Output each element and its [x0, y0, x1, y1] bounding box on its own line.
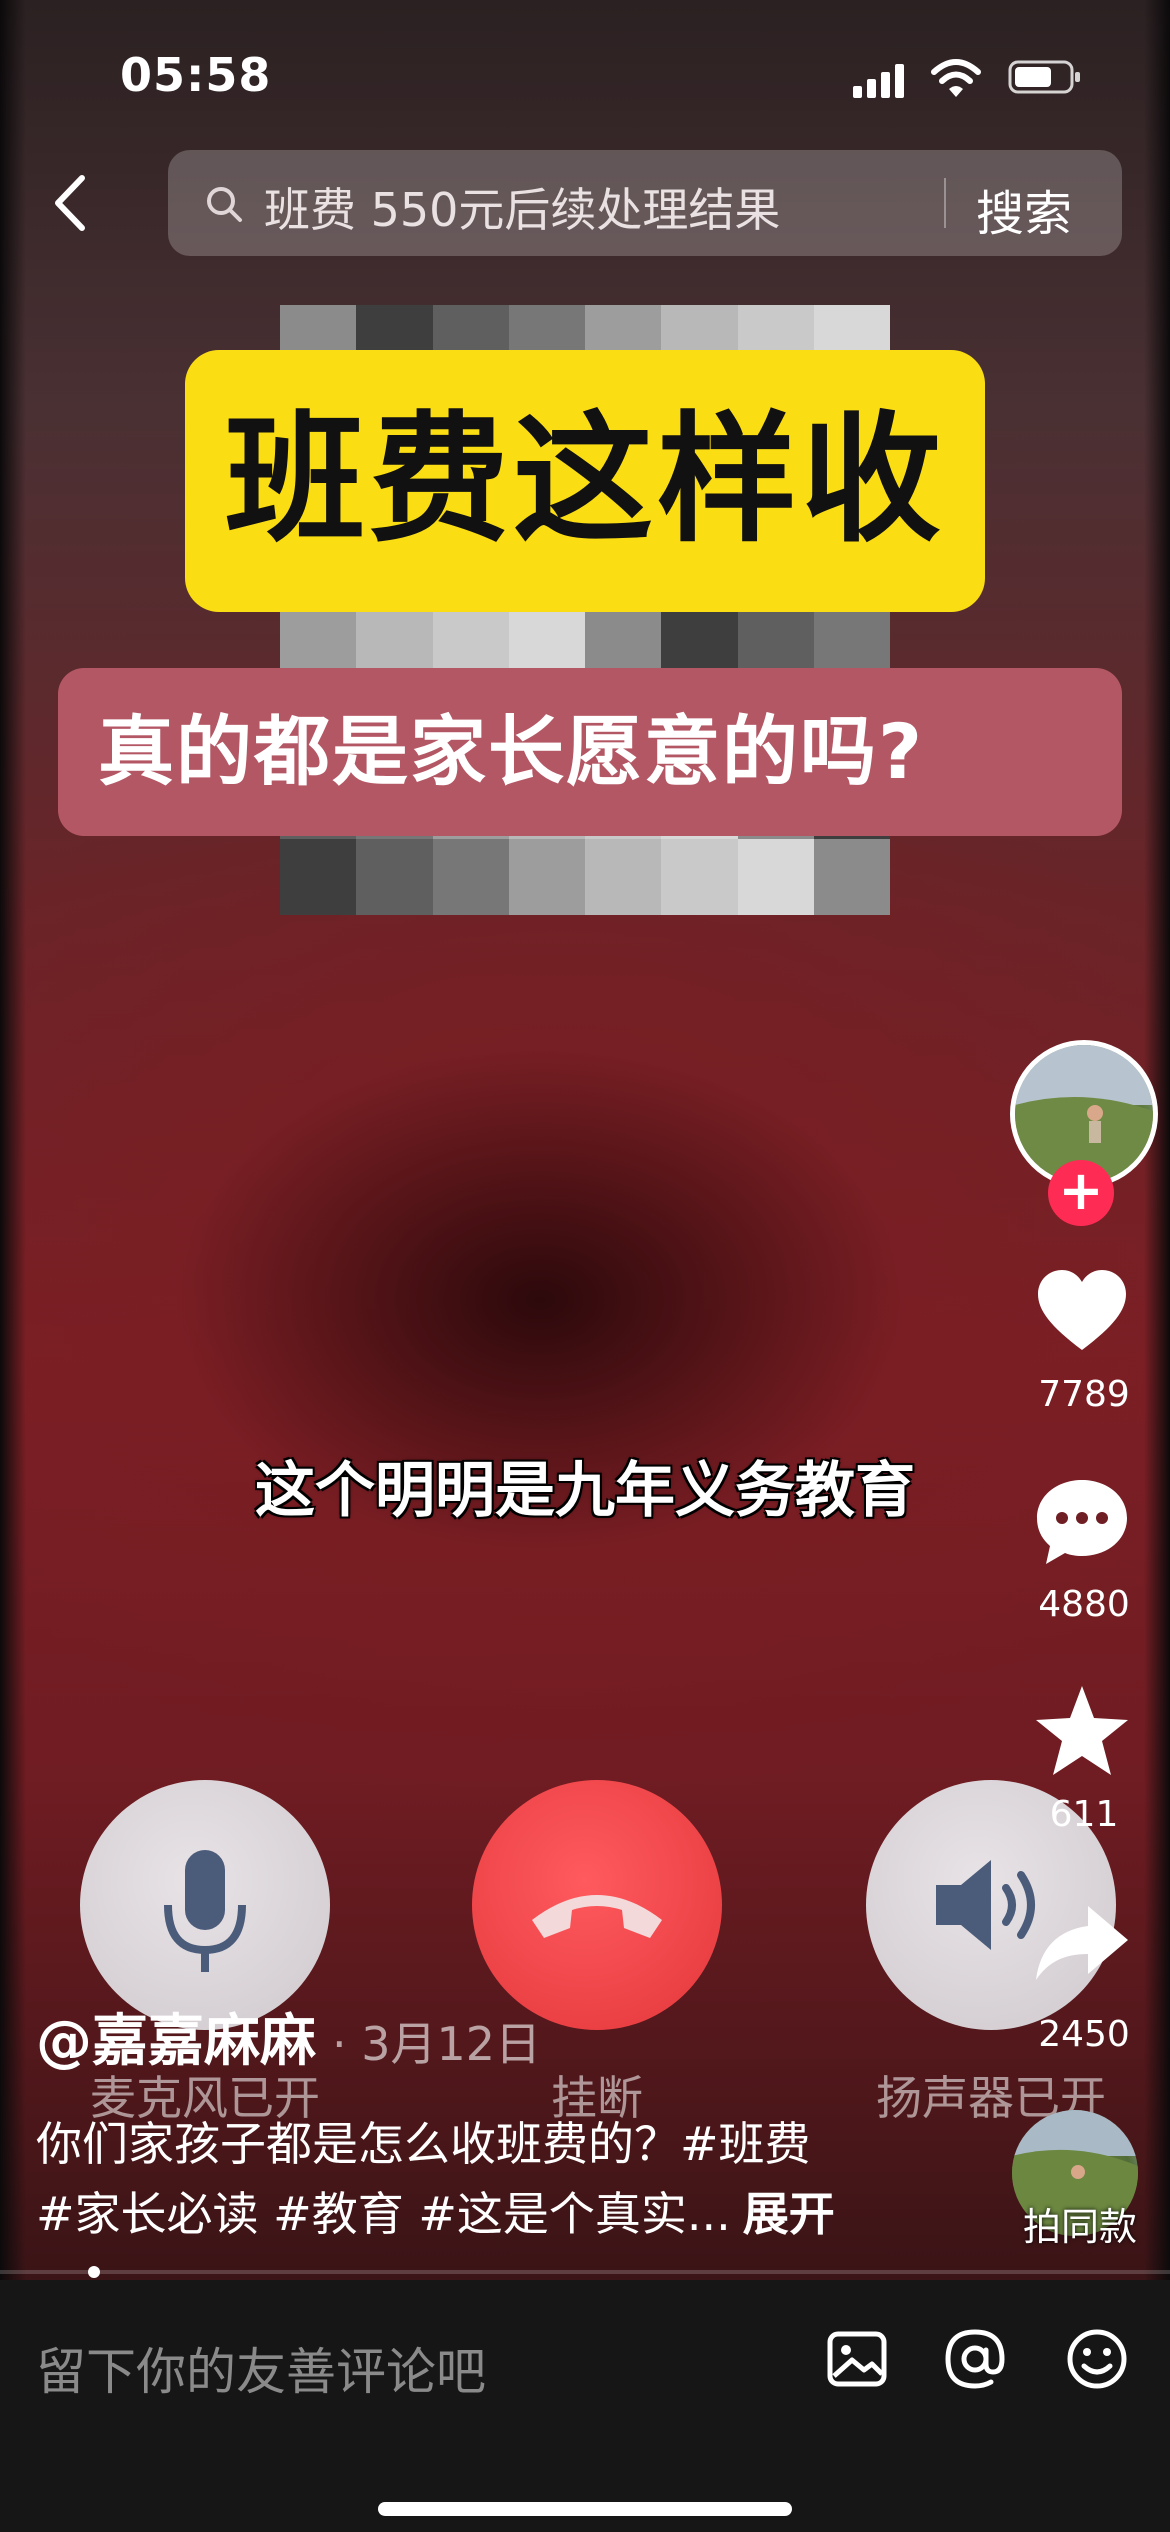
- star-icon[interactable]: [1030, 1680, 1134, 1784]
- mosaic-tile: [432, 838, 509, 915]
- like-count: 7789: [1038, 1374, 1130, 1415]
- search-query[interactable]: 班费 550元后续处理结果: [264, 174, 780, 240]
- cover-title: 班费这样收: [185, 350, 985, 612]
- cover-subtitle: 真的都是家长愿意的吗?: [58, 668, 1122, 836]
- follow-plus-button[interactable]: +: [1048, 1160, 1114, 1226]
- search-button[interactable]: 搜索: [976, 174, 1072, 244]
- image-icon[interactable]: [822, 2324, 892, 2394]
- video-progress-bar[interactable]: [0, 2266, 1170, 2278]
- comment-icon[interactable]: [1030, 1470, 1134, 1574]
- microphone-button: [80, 1780, 330, 2030]
- share-count: 2450: [1038, 2014, 1130, 2055]
- mosaic-tile: [356, 838, 433, 915]
- favorite-count: 611: [1049, 1794, 1119, 1835]
- mosaic-tile: [737, 838, 814, 915]
- expand-link[interactable]: 展开: [743, 2187, 835, 2241]
- signal-icon: [853, 64, 905, 98]
- comment-bar: 留下你的友善评论吧: [0, 2280, 1170, 2532]
- same-style-label[interactable]: 拍同款: [1010, 2196, 1150, 2251]
- mosaic-tile: [661, 838, 738, 915]
- phone-frame-edge: [0, 0, 26, 2280]
- post-description-line2: #家长必读 #教育 #这是个真实... 展开: [36, 2178, 835, 2244]
- share-arrow-icon[interactable]: [1030, 1890, 1134, 1994]
- comment-input[interactable]: 留下你的友善评论吧: [36, 2332, 486, 2404]
- home-indicator[interactable]: [378, 2502, 792, 2516]
- comment-count: 4880: [1038, 1584, 1130, 1625]
- mention-at-icon[interactable]: [940, 2324, 1010, 2394]
- mosaic-tile: [508, 838, 585, 915]
- wifi-icon: [931, 59, 981, 97]
- hang-up-icon: [532, 1895, 662, 1938]
- status-bar: 05:58: [0, 48, 1170, 108]
- author-info[interactable]: @嘉嘉麻麻 · 3月12日: [36, 1996, 541, 2077]
- search-bar[interactable]: 班费 550元后续处理结果 搜索: [168, 150, 1122, 256]
- top-bar: 班费 550元后续处理结果 搜索: [0, 150, 1170, 260]
- post-description: 你们家孩子都是怎么收班费的？#班费: [36, 2117, 811, 2171]
- post-date: · 3月12日: [332, 2017, 542, 2071]
- mosaic-tile: [585, 838, 662, 915]
- status-time: 05:58: [120, 48, 272, 102]
- emoji-icon[interactable]: [1062, 2324, 1132, 2394]
- back-arrow-icon[interactable]: [40, 168, 110, 238]
- progress-handle[interactable]: [88, 2266, 100, 2278]
- author-name[interactable]: @嘉嘉麻麻: [36, 2009, 316, 2074]
- mosaic-tile: [813, 838, 890, 915]
- battery-icon: [1008, 60, 1080, 94]
- hang-up-button: [472, 1780, 722, 2030]
- microphone-icon: [164, 1850, 246, 1972]
- search-icon: [207, 187, 242, 222]
- heart-icon[interactable]: [1030, 1260, 1134, 1364]
- video-caption: 这个明明是九年义务教育: [255, 1456, 915, 1526]
- post-hashtags[interactable]: #家长必读 #教育 #这是个真实...: [36, 2187, 731, 2241]
- mosaic-tile: [280, 838, 357, 915]
- search-divider: [944, 178, 946, 228]
